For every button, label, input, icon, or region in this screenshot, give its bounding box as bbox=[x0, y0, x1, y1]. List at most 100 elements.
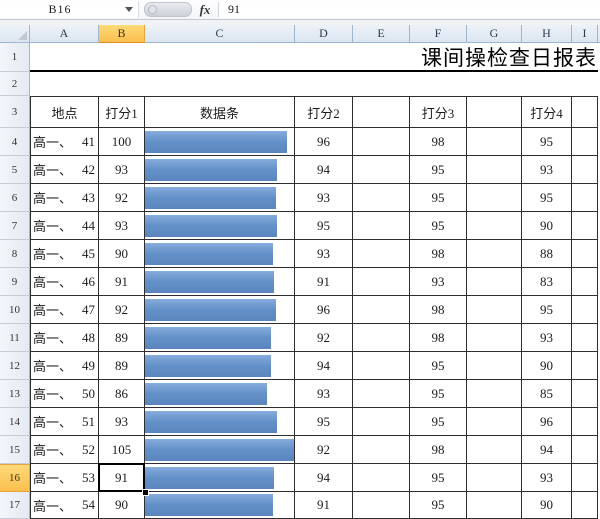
cell-empty-I6[interactable] bbox=[572, 184, 598, 212]
table-header-empty-i[interactable] bbox=[572, 96, 598, 128]
cell-score1-B6[interactable]: 92 bbox=[99, 184, 145, 212]
empty-row-cells[interactable] bbox=[30, 72, 600, 96]
cell-empty-G12[interactable] bbox=[467, 352, 522, 380]
cell-score3-F15[interactable]: 98 bbox=[410, 436, 467, 464]
cell-empty-E14[interactable] bbox=[353, 408, 410, 436]
cell-location-A17[interactable]: 高一、 54 bbox=[30, 492, 99, 519]
select-all-corner[interactable] bbox=[0, 25, 30, 43]
cell-empty-G7[interactable] bbox=[467, 212, 522, 240]
cell-score3-F16[interactable]: 95 bbox=[410, 464, 467, 492]
cell-databar-C8[interactable] bbox=[145, 240, 295, 268]
cell-score1-B5[interactable]: 93 bbox=[99, 156, 145, 184]
cell-empty-G10[interactable] bbox=[467, 296, 522, 324]
row-header-14[interactable]: 14 bbox=[0, 408, 30, 436]
cell-empty-I5[interactable] bbox=[572, 156, 598, 184]
cell-score1-B8[interactable]: 90 bbox=[99, 240, 145, 268]
cell-score3-F6[interactable]: 95 bbox=[410, 184, 467, 212]
name-box-dropdown[interactable] bbox=[120, 1, 139, 18]
cell-databar-C6[interactable] bbox=[145, 184, 295, 212]
row-header-7[interactable]: 7 bbox=[0, 212, 30, 240]
cell-databar-C16[interactable] bbox=[145, 464, 295, 492]
cell-score4-H11[interactable]: 93 bbox=[522, 324, 572, 352]
cell-score2-D13[interactable]: 93 bbox=[295, 380, 353, 408]
row-header-13[interactable]: 13 bbox=[0, 380, 30, 408]
cell-empty-G15[interactable] bbox=[467, 436, 522, 464]
cell-empty-I4[interactable] bbox=[572, 128, 598, 156]
cell-score1-B4[interactable]: 100 bbox=[99, 128, 145, 156]
cell-score1-B10[interactable]: 92 bbox=[99, 296, 145, 324]
cell-score1-B11[interactable]: 89 bbox=[99, 324, 145, 352]
cell-score1-B14[interactable]: 93 bbox=[99, 408, 145, 436]
cell-location-A14[interactable]: 高一、 51 bbox=[30, 408, 99, 436]
name-box[interactable]: B16 bbox=[0, 1, 120, 18]
cell-score2-D5[interactable]: 94 bbox=[295, 156, 353, 184]
cell-location-A16[interactable]: 高一、 53 bbox=[30, 464, 99, 492]
cell-location-A7[interactable]: 高一、 44 bbox=[30, 212, 99, 240]
cell-empty-E9[interactable] bbox=[353, 268, 410, 296]
cell-score4-H8[interactable]: 88 bbox=[522, 240, 572, 268]
cell-empty-E11[interactable] bbox=[353, 324, 410, 352]
cell-score3-F4[interactable]: 98 bbox=[410, 128, 467, 156]
table-header-score3[interactable]: 打分3 bbox=[410, 96, 467, 128]
table-header-empty-g[interactable] bbox=[467, 96, 522, 128]
cell-empty-I7[interactable] bbox=[572, 212, 598, 240]
cell-score3-F5[interactable]: 95 bbox=[410, 156, 467, 184]
cell-score4-H14[interactable]: 96 bbox=[522, 408, 572, 436]
cell-empty-G9[interactable] bbox=[467, 268, 522, 296]
cell-score1-B17[interactable]: 90 bbox=[99, 492, 145, 519]
cell-databar-C11[interactable] bbox=[145, 324, 295, 352]
cell-empty-G16[interactable] bbox=[467, 464, 522, 492]
cell-score4-H9[interactable]: 83 bbox=[522, 268, 572, 296]
cell-empty-I14[interactable] bbox=[572, 408, 598, 436]
cell-score2-D12[interactable]: 94 bbox=[295, 352, 353, 380]
cell-empty-I11[interactable] bbox=[572, 324, 598, 352]
cell-score1-B16[interactable]: 91 bbox=[98, 463, 148, 495]
formula-input[interactable]: 91 bbox=[219, 1, 600, 18]
cell-location-A6[interactable]: 高一、 43 bbox=[30, 184, 99, 212]
cell-location-A5[interactable]: 高一、 42 bbox=[30, 156, 99, 184]
cell-empty-E10[interactable] bbox=[353, 296, 410, 324]
cell-empty-E4[interactable] bbox=[353, 128, 410, 156]
cell-empty-I16[interactable] bbox=[572, 464, 598, 492]
cell-score2-D14[interactable]: 95 bbox=[295, 408, 353, 436]
table-header-score2[interactable]: 打分2 bbox=[295, 96, 353, 128]
cell-score2-D16[interactable]: 94 bbox=[295, 464, 353, 492]
column-header-A[interactable]: A bbox=[30, 25, 99, 43]
cell-score1-B9[interactable]: 91 bbox=[99, 268, 145, 296]
cell-empty-G6[interactable] bbox=[467, 184, 522, 212]
cell-databar-C4[interactable] bbox=[145, 128, 295, 156]
column-header-I[interactable]: I bbox=[572, 25, 598, 43]
cell-empty-I15[interactable] bbox=[572, 436, 598, 464]
cell-empty-E8[interactable] bbox=[353, 240, 410, 268]
cell-score2-D10[interactable]: 96 bbox=[295, 296, 353, 324]
cell-score1-B13[interactable]: 86 bbox=[99, 380, 145, 408]
cell-location-A15[interactable]: 高一、 52 bbox=[30, 436, 99, 464]
cell-score4-H10[interactable]: 95 bbox=[522, 296, 572, 324]
cell-score3-F13[interactable]: 95 bbox=[410, 380, 467, 408]
cell-score2-D6[interactable]: 93 bbox=[295, 184, 353, 212]
column-header-H[interactable]: H bbox=[522, 25, 572, 43]
cell-location-A9[interactable]: 高一、 46 bbox=[30, 268, 99, 296]
cell-score2-D7[interactable]: 95 bbox=[295, 212, 353, 240]
cell-score4-H16[interactable]: 93 bbox=[522, 464, 572, 492]
column-header-C[interactable]: C bbox=[145, 25, 295, 43]
cell-empty-E13[interactable] bbox=[353, 380, 410, 408]
column-header-D[interactable]: D bbox=[295, 25, 353, 43]
cell-databar-C13[interactable] bbox=[145, 380, 295, 408]
cell-empty-G17[interactable] bbox=[467, 492, 522, 519]
cell-score4-H13[interactable]: 85 bbox=[522, 380, 572, 408]
row-header-3[interactable]: 3 bbox=[0, 96, 30, 128]
row-header-5[interactable]: 5 bbox=[0, 156, 30, 184]
cell-databar-C17[interactable] bbox=[145, 492, 295, 519]
cell-score3-F7[interactable]: 95 bbox=[410, 212, 467, 240]
cell-empty-G5[interactable] bbox=[467, 156, 522, 184]
cell-empty-G8[interactable] bbox=[467, 240, 522, 268]
row-header-6[interactable]: 6 bbox=[0, 184, 30, 212]
cell-score2-D15[interactable]: 92 bbox=[295, 436, 353, 464]
cell-score3-F12[interactable]: 95 bbox=[410, 352, 467, 380]
table-header-databar[interactable]: 数据条 bbox=[145, 96, 295, 128]
cell-empty-E6[interactable] bbox=[353, 184, 410, 212]
cell-empty-I9[interactable] bbox=[572, 268, 598, 296]
cell-score3-F11[interactable]: 98 bbox=[410, 324, 467, 352]
table-header-score1[interactable]: 打分1 bbox=[99, 96, 145, 128]
